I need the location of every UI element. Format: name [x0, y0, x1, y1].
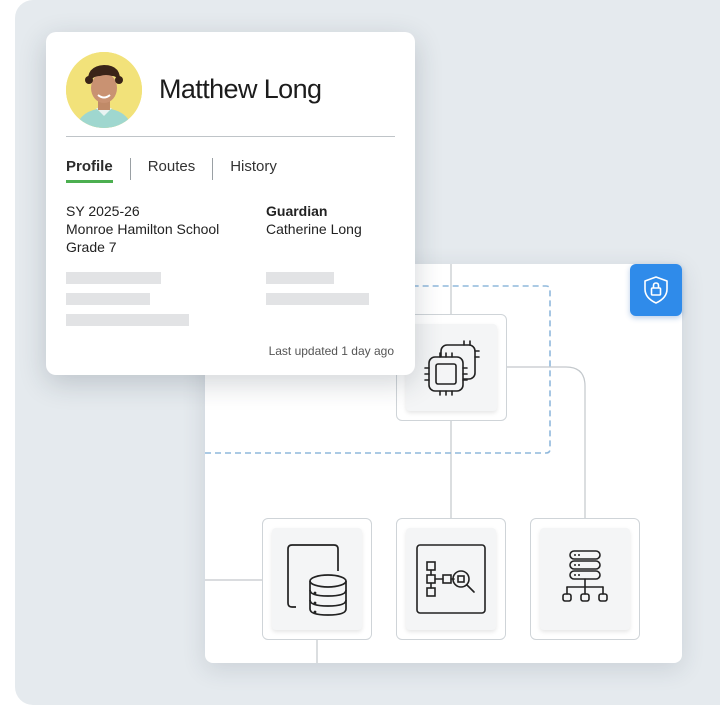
tab-history[interactable]: History	[230, 158, 277, 180]
cpu-chip-icon	[423, 339, 480, 396]
student-name: Matthew Long	[159, 74, 322, 104]
shield-lock-button[interactable]	[630, 264, 682, 316]
guardian-info: Guardian Catherine Long	[266, 202, 362, 238]
placeholder-line	[266, 272, 334, 284]
last-updated-text: Last updated 1 day ago	[268, 344, 394, 358]
tab-separator	[212, 158, 214, 180]
tab-routes[interactable]: Routes	[148, 158, 196, 180]
school-info: SY 2025-26 Monroe Hamilton School Grade …	[66, 202, 219, 256]
diagram-node-search[interactable]	[396, 518, 506, 640]
tab-profile[interactable]: Profile	[66, 158, 113, 183]
school-name: Monroe Hamilton School	[66, 221, 220, 237]
placeholder-line	[66, 272, 161, 284]
database-document-icon	[287, 544, 347, 616]
student-profile-card: Matthew Long Profile Routes History SY 2…	[46, 32, 415, 375]
guardian-name: Catherine Long	[266, 221, 362, 237]
placeholder-line	[66, 314, 189, 326]
header-divider	[66, 136, 395, 137]
diagram-node-database[interactable]	[262, 518, 372, 640]
flowchart-search-icon	[416, 544, 486, 614]
server-network-icon	[562, 550, 608, 602]
diagram-node-network[interactable]	[530, 518, 640, 640]
profile-tabs: Profile Routes History	[66, 158, 277, 184]
student-photo	[66, 52, 142, 128]
grade-level: Grade 7	[66, 239, 117, 255]
shield-lock-icon	[644, 276, 668, 304]
avatar[interactable]	[66, 52, 142, 128]
placeholder-line	[266, 293, 369, 305]
school-year: SY 2025-26	[66, 203, 140, 219]
tab-separator	[129, 158, 131, 180]
guardian-label: Guardian	[266, 203, 328, 219]
placeholder-line	[66, 293, 150, 305]
